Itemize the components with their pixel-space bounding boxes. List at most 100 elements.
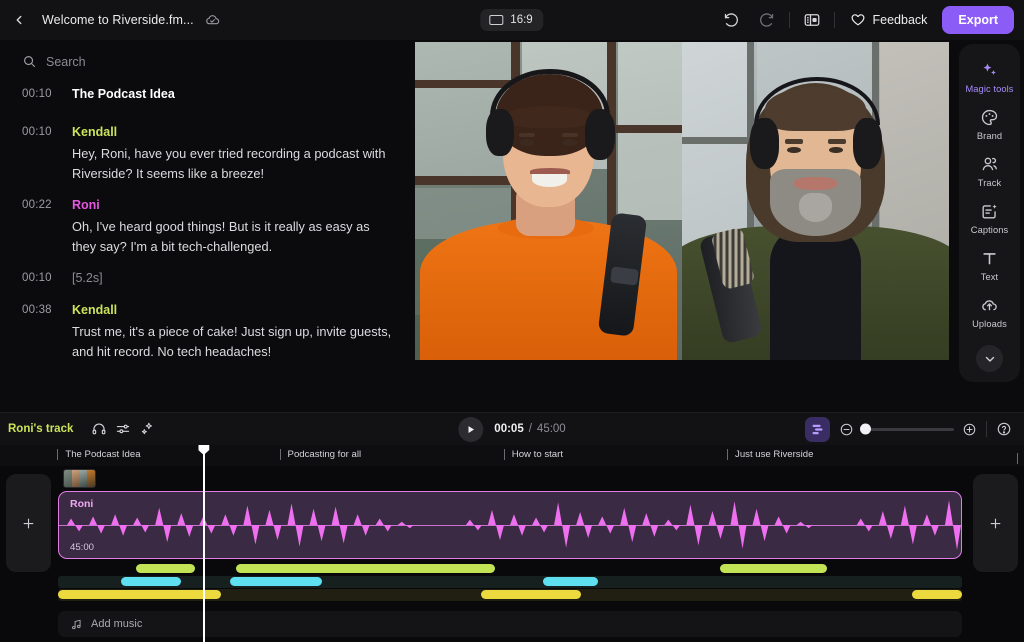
chapter-marker[interactable]: Podcasting for all <box>280 449 362 460</box>
add-music-button[interactable]: Add music <box>58 611 962 637</box>
rail-item-text[interactable]: Text <box>961 242 1019 287</box>
top-bar-left: Welcome to Riverside.fm... <box>6 7 221 33</box>
segment[interactable] <box>121 577 181 586</box>
person-left <box>415 42 682 360</box>
feedback-button[interactable]: Feedback <box>844 8 934 32</box>
snap-layers-button[interactable] <box>805 417 830 442</box>
upload-cloud-icon <box>980 296 999 315</box>
top-bar-center: 16:9 <box>480 9 543 31</box>
palette-icon <box>980 108 999 127</box>
segment[interactable] <box>136 564 196 573</box>
timeline-toolbar-right <box>805 417 1012 442</box>
transcript-speaker-row[interactable]: 00:22 Roni <box>22 198 392 212</box>
sub-track-row-2[interactable] <box>58 576 962 588</box>
zoom-out-icon[interactable] <box>839 422 854 437</box>
rail-item-label: Magic tools <box>965 84 1013 94</box>
top-bar: Welcome to Riverside.fm... 16:9 <box>0 0 1024 40</box>
cloud-synced-icon <box>204 12 221 29</box>
add-track-left-button[interactable] <box>6 474 51 572</box>
headphones-icon[interactable] <box>87 417 111 441</box>
people-icon <box>980 155 999 174</box>
segment[interactable] <box>236 564 495 573</box>
help-circle-icon[interactable] <box>996 421 1012 437</box>
audio-sliders-icon[interactable] <box>111 417 135 441</box>
current-time: 00:05 <box>494 423 523 435</box>
transcript-panel: 00:10 The Podcast Idea 00:10 Kendall Hey… <box>0 40 410 412</box>
add-track-right-button[interactable] <box>973 474 1018 572</box>
transcript-search[interactable] <box>0 40 410 81</box>
divider <box>834 12 835 28</box>
time-separator: / <box>529 423 532 435</box>
transcript-timestamp: 00:10 <box>22 125 72 139</box>
segment[interactable] <box>481 590 580 599</box>
video-thumbnail-strip[interactable] <box>63 469 96 488</box>
redo-button[interactable] <box>754 7 780 33</box>
sparkles-icon <box>980 61 999 80</box>
chapter-label: Just use Riverside <box>735 449 813 460</box>
active-track-name: Roni's track <box>8 423 73 435</box>
chevron-down-icon[interactable] <box>976 345 1003 372</box>
transcript-timestamp: 00:10 <box>22 271 72 285</box>
rail-item-magic-tools[interactable]: Magic tools <box>961 54 1019 99</box>
chapter-label: The Podcast Idea <box>65 449 140 460</box>
chapter-marker[interactable]: How to start <box>504 449 563 460</box>
zoom-slider-handle[interactable] <box>860 424 871 435</box>
zoom-in-icon[interactable] <box>962 422 977 437</box>
transcript-timestamp: 00:22 <box>22 198 72 212</box>
export-button[interactable]: Export <box>942 6 1014 34</box>
transcript-pause-row[interactable]: 00:10 [5.2s] <box>22 271 392 285</box>
chapter-marker[interactable]: Just use Riverside <box>727 449 813 460</box>
rail-item-label: Uploads <box>972 319 1007 329</box>
video-tile-right <box>682 42 949 360</box>
tools-rail-inner: Magic tools Brand Track <box>959 44 1020 382</box>
rail-item-label: Brand <box>977 131 1002 141</box>
audio-clip-roni[interactable]: Roni 45:00 <box>58 491 962 559</box>
back-button[interactable] <box>6 7 32 33</box>
divider <box>789 12 790 28</box>
project-title: Welcome to Riverside.fm... <box>42 13 194 27</box>
zoom-slider[interactable] <box>839 422 977 437</box>
transcript-list: 00:10 The Podcast Idea 00:10 Kendall Hey… <box>0 81 410 376</box>
playhead[interactable] <box>203 445 205 642</box>
transcript-text[interactable]: Trust me, it's a piece of cake! Just sig… <box>72 322 392 362</box>
layout-panel-button[interactable] <box>799 7 825 33</box>
rail-item-brand[interactable]: Brand <box>961 101 1019 146</box>
transcript-chapter-row[interactable]: 00:10 The Podcast Idea <box>22 87 392 101</box>
segment[interactable] <box>230 577 322 586</box>
rail-item-uploads[interactable]: Uploads <box>961 289 1019 334</box>
undo-button[interactable] <box>719 7 745 33</box>
transcript-speaker-row[interactable]: 00:38 Kendall <box>22 303 392 317</box>
sub-track-row-3[interactable] <box>58 589 962 601</box>
timeline-end-marker <box>1017 453 1018 464</box>
aspect-ratio-selector[interactable]: 16:9 <box>480 9 543 31</box>
rail-item-track[interactable]: Track <box>961 148 1019 193</box>
transcript-timestamp: 00:10 <box>22 87 72 101</box>
transcript-text[interactable]: Oh, I've heard good things! But is it re… <box>72 217 392 257</box>
rail-item-captions[interactable]: Captions <box>961 195 1019 240</box>
transcript-speaker-row[interactable]: 00:10 Kendall <box>22 125 392 139</box>
segment[interactable] <box>543 577 597 586</box>
timeline[interactable]: The Podcast Idea Podcasting for all How … <box>0 445 1024 642</box>
sparkles-icon[interactable] <box>135 417 159 441</box>
add-music-label: Add music <box>91 618 142 630</box>
clip-area: Roni 45:00 <box>58 466 962 622</box>
video-preview[interactable] <box>410 40 955 412</box>
text-icon <box>980 249 999 268</box>
search-input[interactable] <box>46 55 346 69</box>
heart-icon <box>850 12 866 28</box>
aspect-ratio-icon <box>489 15 503 25</box>
transcript-speaker-name: Kendall <box>72 303 117 317</box>
chapter-marker[interactable]: The Podcast Idea <box>57 449 140 460</box>
transcript-text[interactable]: Hey, Roni, have you ever tried recording… <box>72 144 392 184</box>
timeline-ruler[interactable]: The Podcast Idea Podcasting for all How … <box>0 445 1024 466</box>
sub-track-row-1[interactable] <box>58 563 962 575</box>
segment[interactable] <box>912 590 962 599</box>
transcript-speaker-name: Kendall <box>72 125 117 139</box>
transcript-timestamp: 00:38 <box>22 303 72 317</box>
segment[interactable] <box>58 590 221 599</box>
top-bar-right: Feedback Export <box>719 6 1015 34</box>
segment[interactable] <box>720 564 828 573</box>
zoom-slider-track[interactable] <box>862 428 954 431</box>
main-body: 00:10 The Podcast Idea 00:10 Kendall Hey… <box>0 40 1024 412</box>
play-button[interactable] <box>458 417 483 442</box>
